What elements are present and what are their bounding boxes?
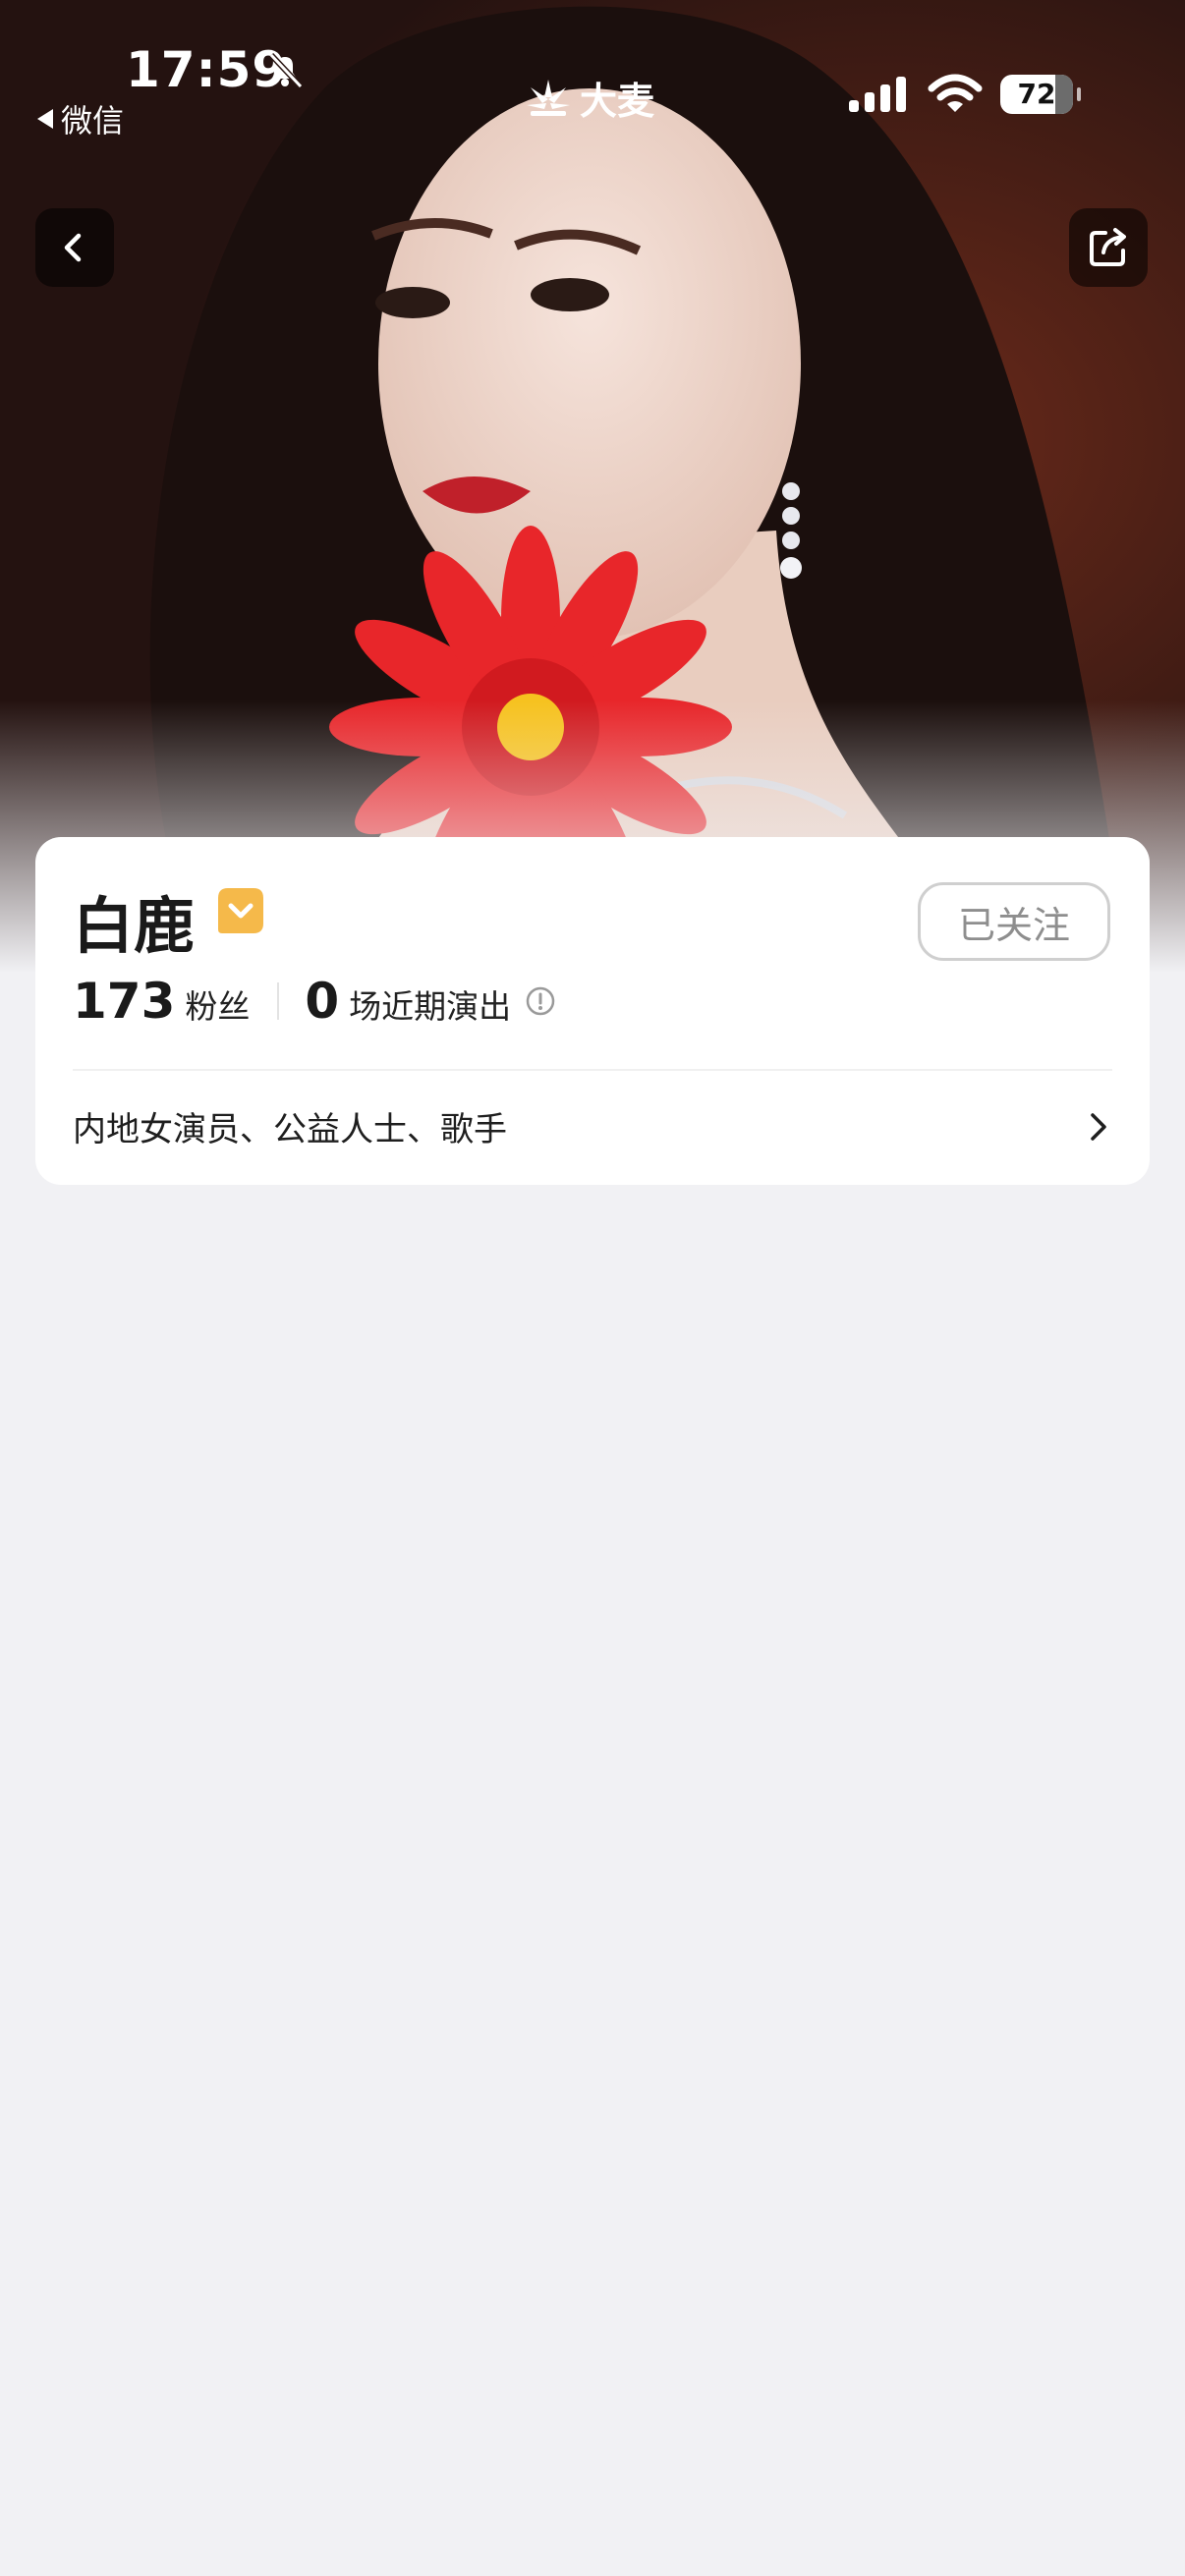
status-bar: 17:59 微信 大麦 72 xyxy=(0,0,1185,140)
info-icon[interactable] xyxy=(525,985,556,1017)
artist-name: 白鹿 xyxy=(73,890,196,962)
chevron-right-icon[interactable] xyxy=(1085,1110,1112,1144)
hero-banner xyxy=(0,0,1185,973)
back-to-wechat[interactable]: 微信 xyxy=(37,96,124,141)
wifi-icon xyxy=(928,74,983,112)
artist-info-card: 白鹿 已关注 173 粉丝 0 场近期演出 内地女演员、公益人士、歌手 xyxy=(35,837,1150,1185)
battery-icon: 72 xyxy=(1000,75,1081,114)
damai-brand: 大麦 xyxy=(525,71,654,125)
shows-label: 场近期演出 xyxy=(349,987,512,1026)
follow-button[interactable]: 已关注 xyxy=(918,882,1110,961)
stats-divider xyxy=(277,982,280,1020)
signal-icon xyxy=(849,77,906,112)
artist-stats: 173 粉丝 0 场近期演出 xyxy=(73,973,556,1030)
artist-description[interactable]: 内地女演员、公益人士、歌手 xyxy=(73,1102,507,1150)
card-divider xyxy=(73,1069,1112,1071)
followers-count: 173 xyxy=(73,973,176,1030)
back-app-label: 微信 xyxy=(61,102,125,140)
verified-icon xyxy=(218,888,263,933)
battery-level: 72 xyxy=(1017,78,1056,110)
back-button[interactable] xyxy=(35,208,114,287)
status-time: 17:59 xyxy=(126,41,288,98)
brand-label: 大麦 xyxy=(580,80,655,123)
damai-logo-icon xyxy=(527,79,570,116)
back-chevron-icon xyxy=(64,233,82,262)
shows-count: 0 xyxy=(305,973,340,1030)
back-triangle-icon xyxy=(37,109,53,129)
artist-cover-photo xyxy=(0,0,1185,973)
share-icon xyxy=(1090,228,1126,266)
followers-label: 粉丝 xyxy=(185,987,251,1026)
bell-slash-icon xyxy=(268,52,304,89)
share-button[interactable] xyxy=(1069,208,1148,287)
